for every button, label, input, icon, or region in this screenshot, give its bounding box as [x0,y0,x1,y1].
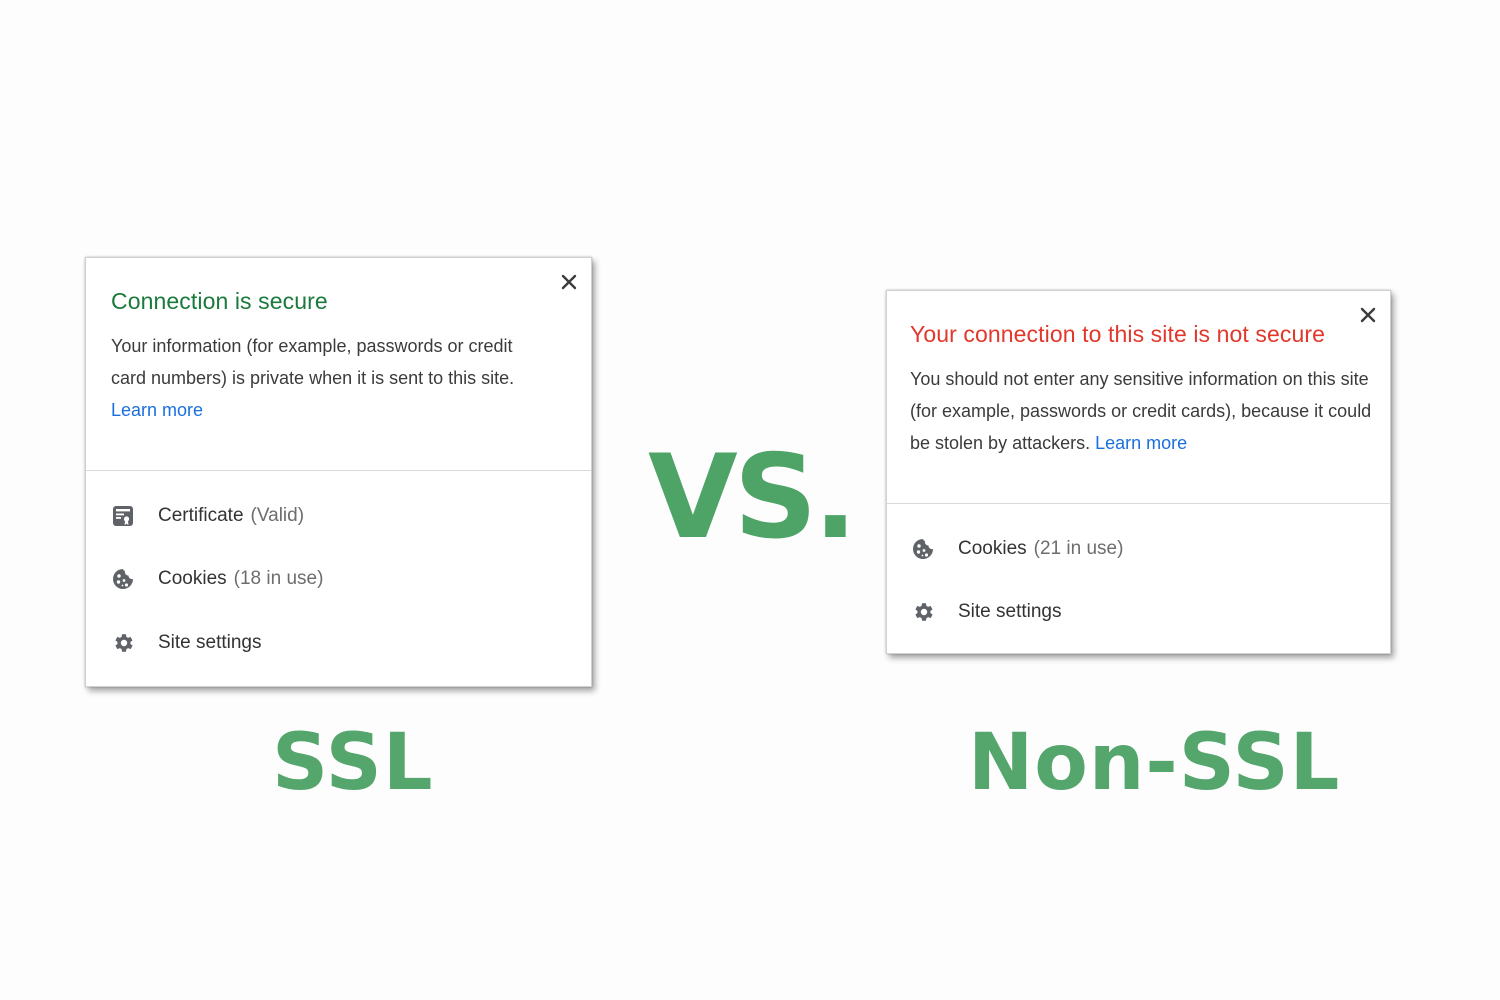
ssl-site-info-popup: Connection is secure Your information (f… [85,257,592,687]
learn-more-link[interactable]: Learn more [1095,433,1187,453]
cookies-row[interactable]: Cookies (21 in use) [911,533,1123,565]
certificate-row[interactable]: Certificate (Valid) [111,500,304,532]
ssl-caption: SSL [272,718,434,808]
connection-not-secure-description: You should not enter any sensitive infor… [910,363,1375,459]
cookies-label: Cookies [958,538,1027,559]
connection-not-secure-title: Your connection to this site is not secu… [910,321,1326,347]
nonssl-caption: Non-SSL [968,718,1341,808]
learn-more-link[interactable]: Learn more [111,400,203,420]
certificate-status: (Valid) [250,505,305,526]
close-icon[interactable] [560,273,578,291]
vs-text: VS. [648,430,857,565]
certificate-icon [113,506,133,526]
connection-secure-description: Your information (for example, passwords… [111,330,551,426]
nonssl-site-info-popup: Your connection to this site is not secu… [886,290,1391,654]
divider [86,470,591,471]
divider [887,503,1390,504]
site-settings-row[interactable]: Site settings [911,596,1062,628]
site-settings-label: Site settings [158,632,262,653]
cookies-count: (18 in use) [233,568,324,589]
connection-secure-title: Connection is secure [111,288,328,314]
site-settings-row[interactable]: Site settings [111,627,262,659]
cookies-count: (21 in use) [1033,538,1124,559]
cookie-icon [913,539,933,559]
site-settings-label: Site settings [958,601,1062,622]
cookies-row[interactable]: Cookies (18 in use) [111,563,323,595]
cookies-label: Cookies [158,568,227,589]
gear-icon [115,634,133,652]
certificate-label: Certificate [158,505,244,526]
gear-icon [915,603,933,621]
close-icon[interactable] [1359,306,1377,324]
cookie-icon [113,569,133,589]
description-text: Your information (for example, passwords… [111,336,515,388]
